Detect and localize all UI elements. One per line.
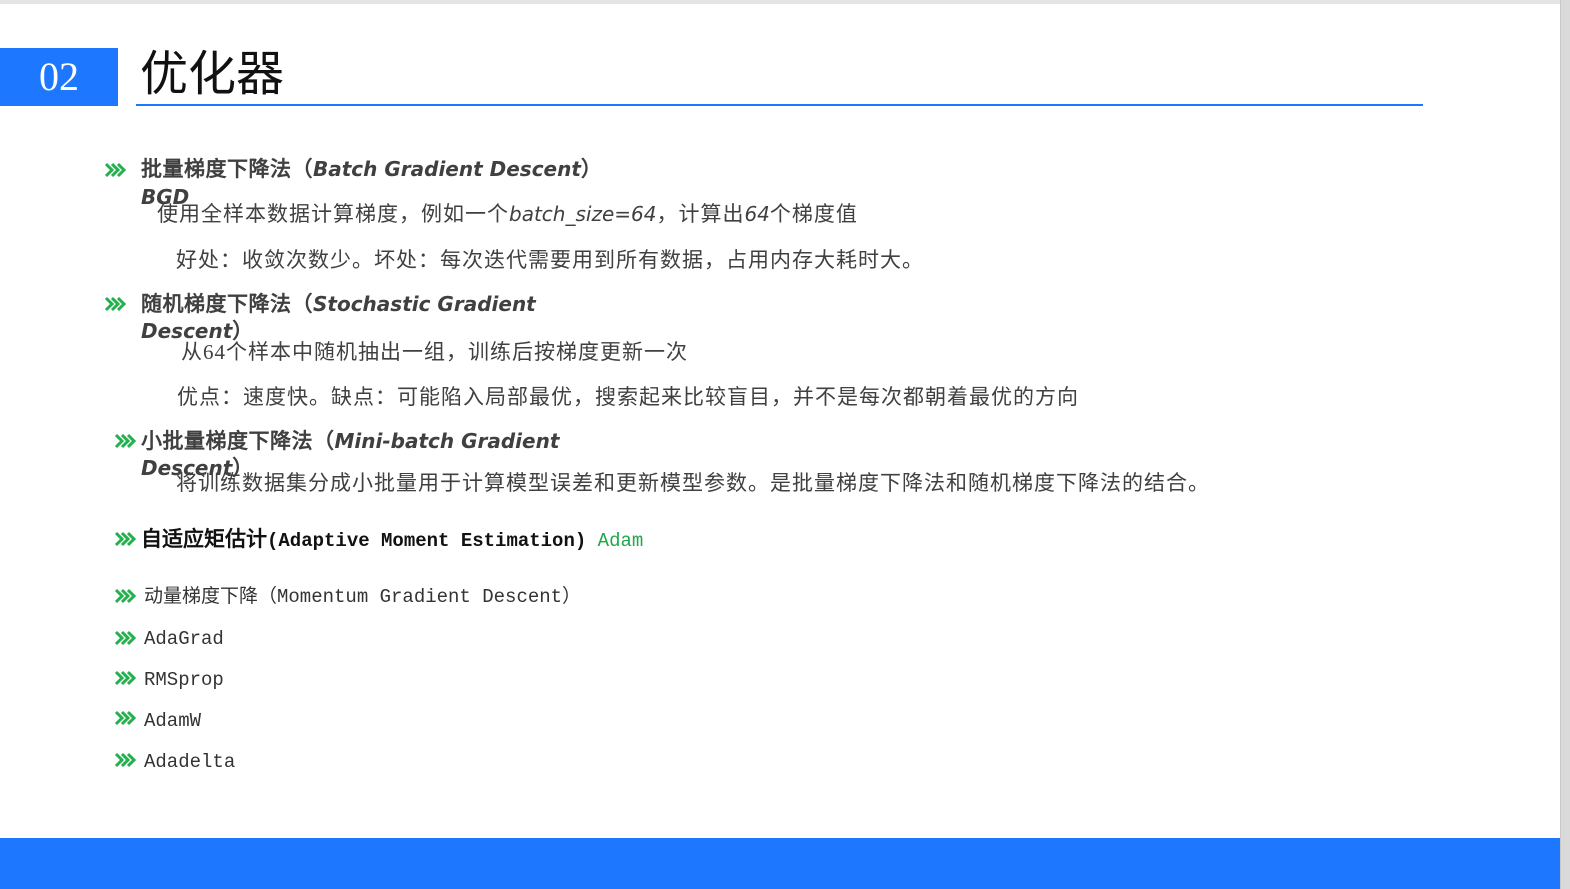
bgd-heading-close: ） [580,157,603,181]
slide: 02 优化器 批量梯度下降法（Batch Gradient Descent） B… [0,0,1570,889]
bgd-desc-part: ，计算出 [656,202,745,226]
bgd-desc-batch-size: batch_size=64 [509,202,657,226]
bgd-heading-zh: 批量梯度下降法（ [141,157,313,181]
sgd-heading-en: Stochastic Gradient [313,292,536,316]
triple-chevron-icon [104,296,126,312]
mbgd-heading-en: Mini-batch Gradient [334,429,560,453]
bgd-desc-count: 64 [744,202,770,226]
mbgd-heading: 小批量梯度下降法（Mini-batch Gradient [141,428,559,454]
mbgd-heading-zh: 小批量梯度下降法（ [141,429,335,453]
list-item: 动量梯度下降（Momentum Gradient Descent） [144,586,582,608]
slide-title: 优化器 [140,48,285,101]
list-item: AdaGrad [144,628,224,650]
sgd-description: 从64个样本中随机抽出一组，训练后按梯度更新一次 [181,340,688,364]
adam-heading-zh: 自适应矩估计 [141,527,267,551]
section-number-badge: 02 [0,48,118,106]
window-right-edge [1560,0,1570,889]
list-item: AdamW [144,710,202,732]
list-item: RMSprop [144,669,224,691]
triple-chevron-icon [114,588,136,604]
mbgd-description: 将训练数据集分成小批量用于计算模型误差和更新模型参数。是批量梯度下降法和随机梯度… [176,471,1210,495]
adam-heading-en: (Adaptive Moment Estimation) [267,530,587,552]
triple-chevron-icon [114,531,136,547]
sgd-heading: 随机梯度下降法（Stochastic Gradient [141,291,536,317]
list-item: Adadelta [144,751,236,773]
section-number: 02 [39,54,79,99]
title-underline [136,104,1423,106]
bgd-pros-cons: 好处：收敛次数少。坏处：每次迭代需要用到所有数据，占用内存大耗时大。 [176,248,924,272]
sgd-heading-zh: 随机梯度下降法（ [141,292,313,316]
bgd-heading-en: Batch Gradient Descent [313,157,581,181]
footer-bar [0,838,1560,889]
triple-chevron-icon [114,670,136,686]
bgd-desc-part: 个梯度值 [769,202,858,226]
bgd-heading: 批量梯度下降法（Batch Gradient Descent） [141,156,602,182]
window-top-edge [0,0,1570,4]
sgd-pros-cons: 优点：速度快。缺点：可能陷入局部最优，搜索起来比较盲目，并不是每次都朝着最优的方… [177,385,1079,409]
bgd-description: 使用全样本数据计算梯度，例如一个batch_size=64，计算出64个梯度值 [157,201,858,227]
triple-chevron-icon [114,630,136,646]
triple-chevron-icon [114,710,136,726]
adam-heading: 自适应矩估计(Adaptive Moment Estimation) Adam [141,526,643,554]
bgd-desc-part: 使用全样本数据计算梯度，例如一个 [157,202,509,226]
triple-chevron-icon [104,162,126,178]
triple-chevron-icon [114,433,136,449]
triple-chevron-icon [114,752,136,768]
adam-abbr: Adam [597,530,644,552]
